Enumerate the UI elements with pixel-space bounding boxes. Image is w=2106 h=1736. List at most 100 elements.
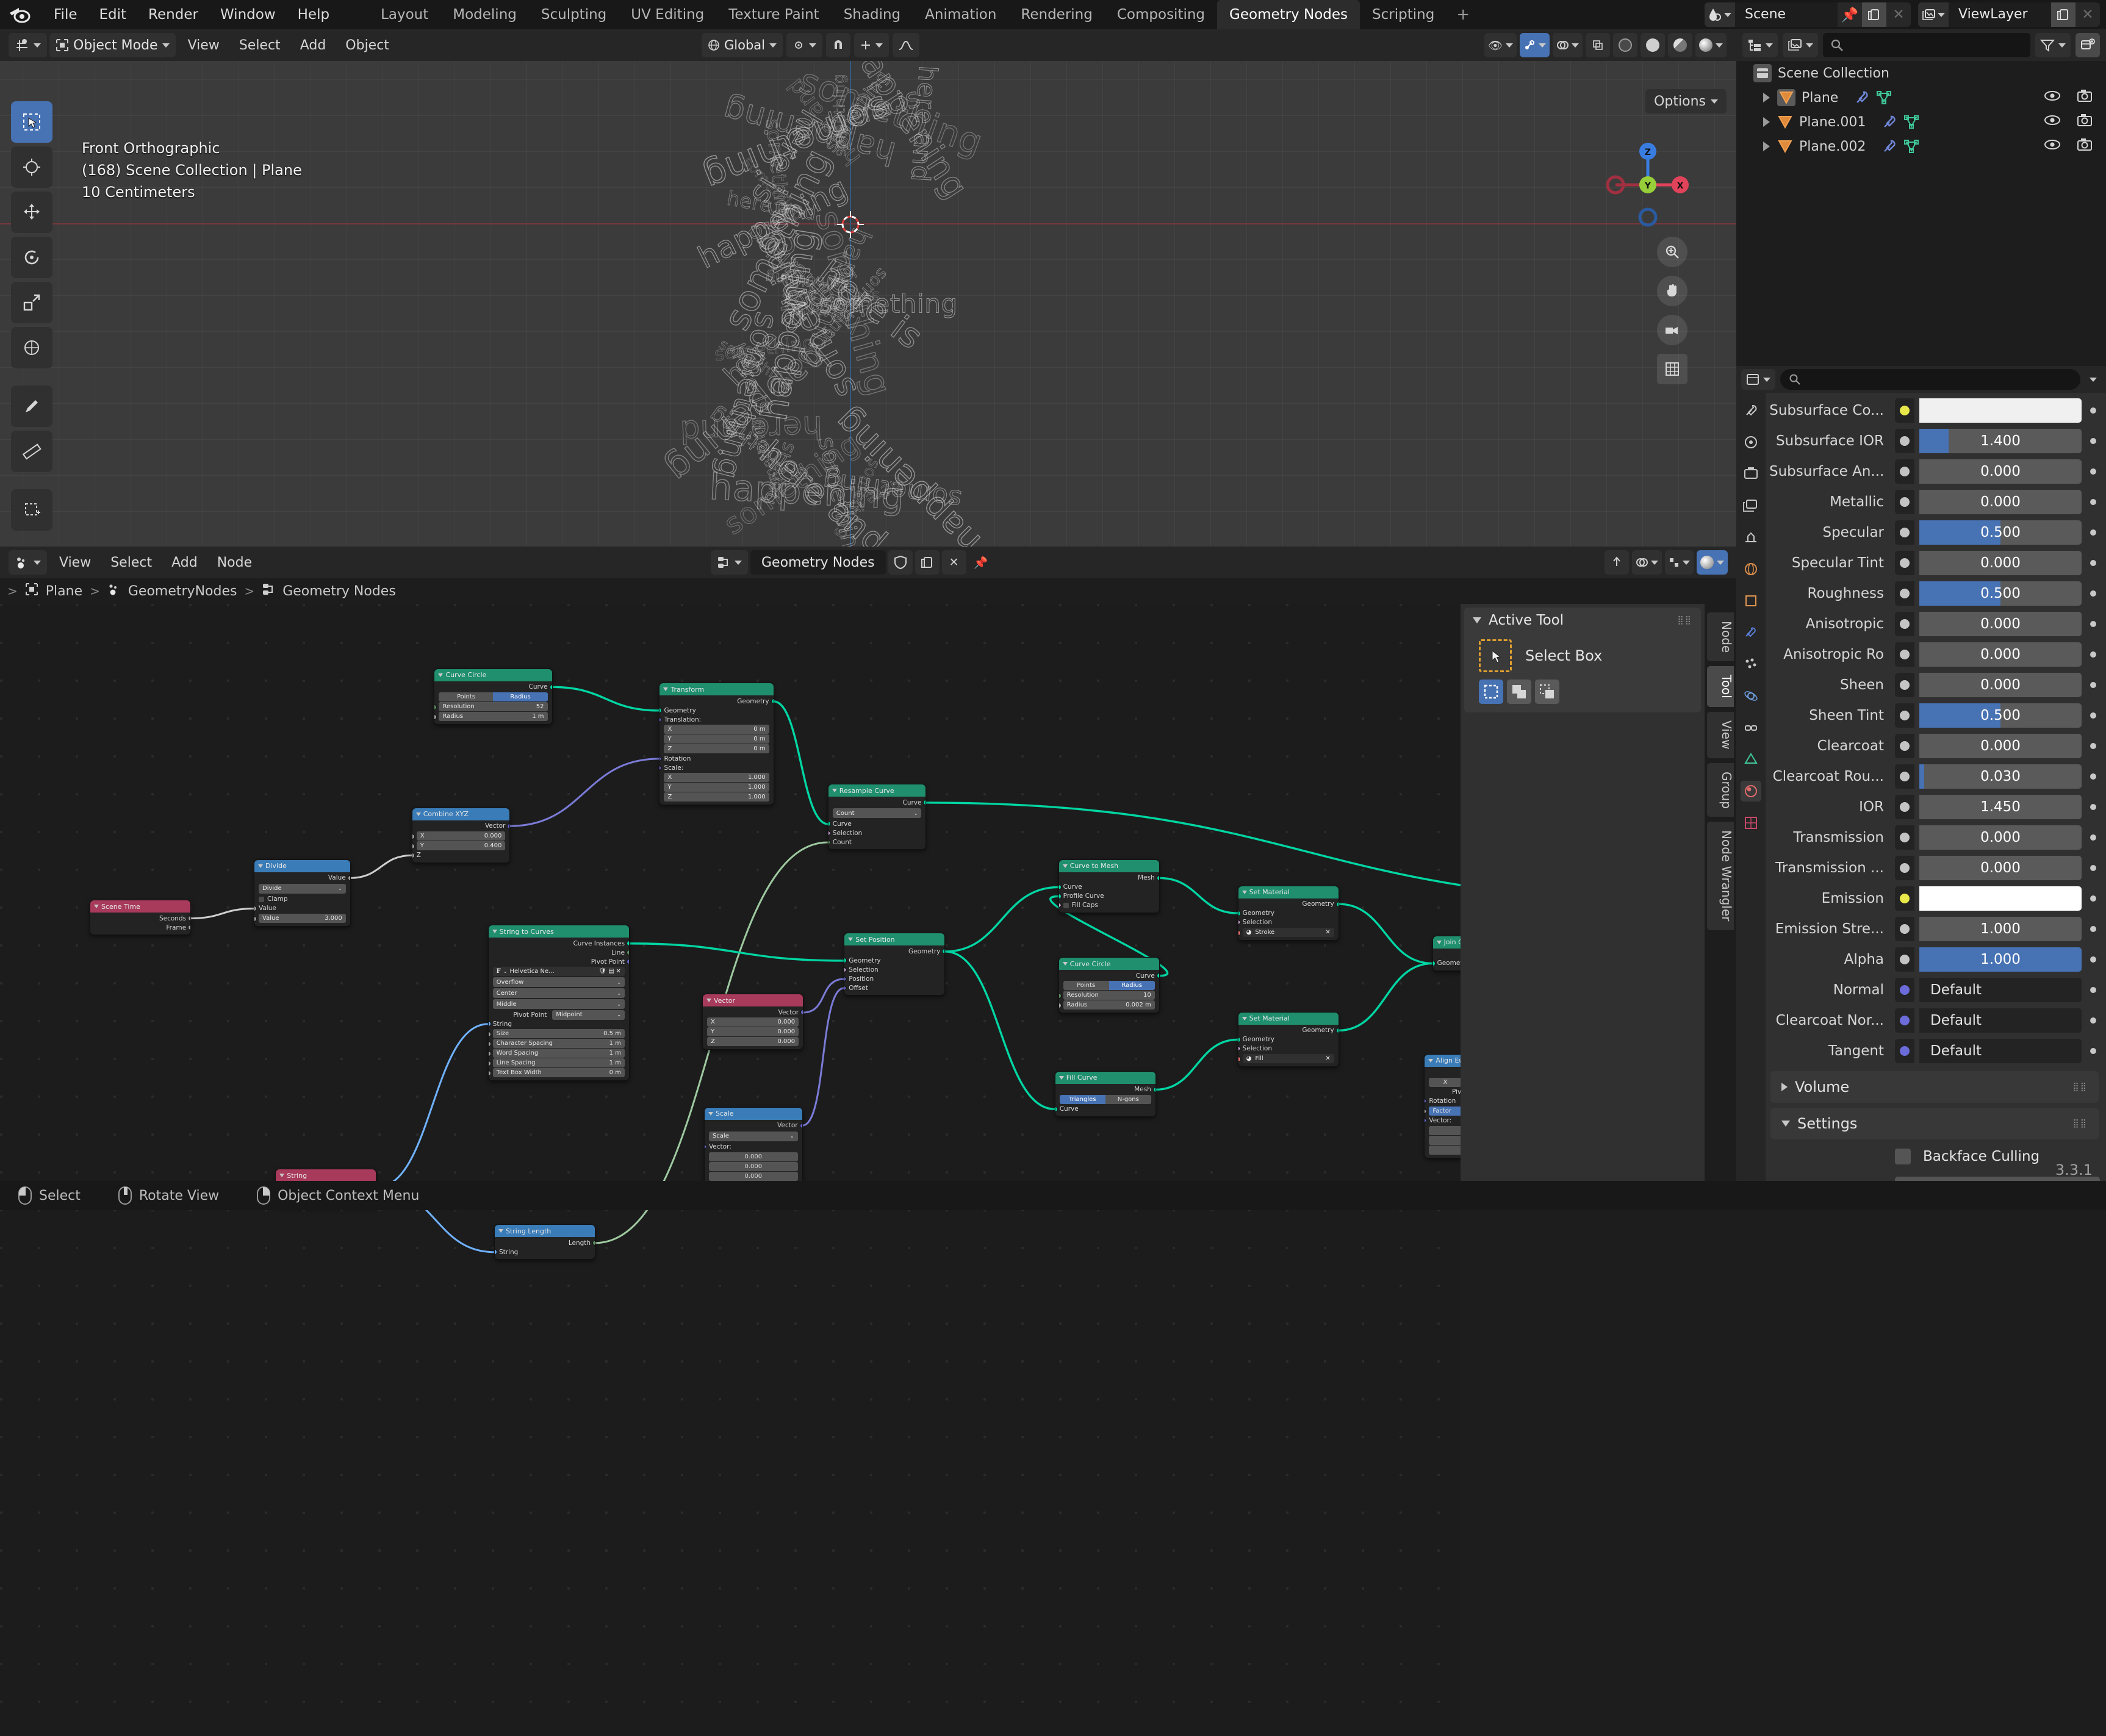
input-socket[interactable] (828, 821, 831, 827)
checkbox[interactable] (259, 896, 264, 902)
toggle-option-points[interactable]: Points (1063, 981, 1109, 991)
node-preview-toggle[interactable] (1697, 550, 1728, 575)
node-field-y[interactable]: Y 1.000 (659, 783, 773, 792)
node-header[interactable]: Join Geometry (1432, 936, 1461, 949)
backface-culling-checkbox[interactable] (1895, 1149, 1911, 1164)
node-header[interactable]: Curve Circle (1058, 958, 1159, 970)
input-socket[interactable] (844, 958, 847, 964)
panel-header-volume[interactable]: Volume ⣿⣿ (1770, 1071, 2099, 1103)
node-string-length[interactable]: String Length Length String (494, 1224, 596, 1260)
workspace-tab-uv-editing[interactable]: UV Editing (619, 0, 716, 29)
node-field-radius[interactable]: Radius 1 m (434, 711, 552, 721)
tab-view-layer[interactable] (1741, 495, 1761, 516)
property-slider[interactable]: 1.450 (1919, 795, 2082, 819)
property-socket-dot[interactable] (1895, 703, 1914, 728)
node-header[interactable]: Set Position (844, 933, 945, 946)
gizmo-toggle[interactable] (1520, 33, 1550, 57)
blender-logo-icon[interactable] (9, 4, 32, 25)
chevron-down-icon[interactable] (663, 687, 669, 692)
modifier-wrench-icon[interactable] (1881, 139, 1897, 154)
eye-icon[interactable] (2044, 90, 2061, 106)
node-header[interactable]: String to Curves (488, 925, 629, 938)
node-output-curve[interactable]: Curve (828, 798, 926, 807)
property-socket-dot[interactable] (1895, 581, 1914, 606)
workspace-tab-rendering[interactable]: Rendering (1008, 0, 1104, 29)
breadcrumb-item-modifier[interactable]: GeometryNodes (128, 584, 237, 599)
toggle-option-radius[interactable]: Radius (493, 692, 548, 701)
node-output-line[interactable]: Line (489, 948, 629, 957)
property-socket-dot[interactable] (1895, 673, 1914, 697)
property-row-ior[interactable]: IOR 1.450 (1769, 792, 2100, 822)
snap-magnet-toggle[interactable] (826, 33, 850, 57)
breadcrumb-item-object[interactable]: Plane (46, 584, 82, 599)
input-socket[interactable] (488, 1041, 491, 1047)
node-field-character-spacing[interactable]: Character Spacing 1 m (488, 1039, 629, 1049)
input-socket[interactable] (434, 714, 437, 720)
property-row-tangent[interactable]: Tangent Default (1769, 1036, 2100, 1066)
node-material-field[interactable]: ◕ Fill ✕ (1238, 1053, 1339, 1063)
animate-property-dot[interactable] (2086, 773, 2100, 780)
input-socket[interactable] (1058, 1003, 1062, 1009)
input-socket[interactable] (1238, 910, 1241, 916)
tab-material[interactable] (1741, 781, 1761, 802)
input-socket[interactable] (412, 833, 415, 839)
node-field-y[interactable]: Y 0.000 (703, 1027, 803, 1037)
tool-transform[interactable] (11, 327, 52, 368)
checkbox[interactable] (1063, 902, 1069, 908)
input-socket[interactable] (659, 764, 663, 772)
property-socket-dot[interactable] (1895, 490, 1914, 514)
tab-constraints[interactable] (1741, 717, 1761, 738)
chevron-down-icon[interactable] (1062, 962, 1068, 966)
chevron-down-icon[interactable] (94, 905, 99, 909)
animate-property-dot[interactable] (2086, 560, 2100, 566)
node-input-selection[interactable]: Selection (844, 965, 944, 974)
toggle-option-triangles[interactable]: Triangles (1059, 1094, 1105, 1104)
node-output-vector[interactable]: Vector (703, 1008, 803, 1017)
top-menu-render[interactable]: Render (137, 0, 209, 29)
property-row-transmission[interactable]: Transmission ... 0.000 (1769, 853, 2100, 883)
viewlayer-icon[interactable] (1918, 2, 1949, 27)
node-labeled-dropdown[interactable]: PivotAuto⌄ (1425, 1088, 1461, 1097)
tab-scene[interactable] (1741, 527, 1761, 548)
node-input-curve[interactable]: Curve (1055, 1105, 1155, 1114)
input-socket[interactable] (1058, 902, 1062, 909)
output-socket[interactable] (549, 684, 552, 690)
property-socket-dot[interactable] (1895, 429, 1914, 453)
viewport-canvas[interactable]: something here is something happening here a… (0, 29, 1736, 547)
expand-triangle-icon[interactable] (1763, 142, 1770, 151)
input-socket[interactable] (412, 843, 415, 849)
node-field-component[interactable]: 0.000 (1429, 1135, 1461, 1145)
chevron-down-icon[interactable] (708, 1111, 713, 1116)
animate-property-dot[interactable] (2086, 895, 2100, 902)
node-axis-toggle[interactable]: XYZ (1429, 1077, 1461, 1087)
shield-icon[interactable]: 🛡 (598, 968, 606, 975)
properties-editor-type-button[interactable] (1741, 369, 1775, 390)
outliner-item-plane-001[interactable]: Plane.001 (1736, 110, 2106, 134)
tool-cursor[interactable] (11, 146, 52, 188)
eye-icon[interactable] (2044, 138, 2061, 154)
property-socket-dot[interactable] (1895, 947, 1914, 972)
node-header[interactable]: Set Material (1238, 886, 1339, 898)
pan-hand-icon[interactable] (1657, 276, 1687, 306)
node-field-component[interactable]: 1.000 (1429, 1145, 1461, 1155)
property-socket-dot[interactable] (1895, 459, 1914, 484)
node-header[interactable]: Set Material (1238, 1012, 1339, 1025)
node-header[interactable]: Scale (704, 1107, 802, 1120)
node-resample-curve[interactable]: Resample Curve Curve Count ⌄ Curve Selection C… (827, 784, 927, 850)
animate-property-dot[interactable] (2086, 987, 2100, 993)
node-dropdown[interactable]: Divide ⌄ (259, 883, 346, 894)
viewport-options-button[interactable]: Options (1645, 89, 1727, 113)
node-set-position[interactable]: Set Position Geometry Geometry Selection Pos… (844, 933, 946, 996)
outliner-scene-collection-row[interactable]: Scene Collection (1736, 61, 2106, 85)
node-material-field[interactable]: ◕ Stroke ✕ (1238, 927, 1339, 937)
animate-property-dot[interactable] (2086, 499, 2100, 505)
input-socket[interactable] (1058, 893, 1062, 899)
object-mode-dropdown[interactable]: Object Mode (49, 33, 176, 57)
viewport-menu-view[interactable]: View (178, 38, 229, 53)
viewport-menu-object[interactable]: Object (336, 38, 399, 53)
node-field-size[interactable]: Size 0.5 m (488, 1029, 629, 1039)
property-socket-dot[interactable] (1895, 978, 1914, 1002)
node-sidebar-tab-node[interactable]: Node (1707, 612, 1734, 662)
workspace-tab-sculpting[interactable]: Sculpting (529, 0, 619, 29)
node-menu-view[interactable]: View (49, 555, 101, 570)
